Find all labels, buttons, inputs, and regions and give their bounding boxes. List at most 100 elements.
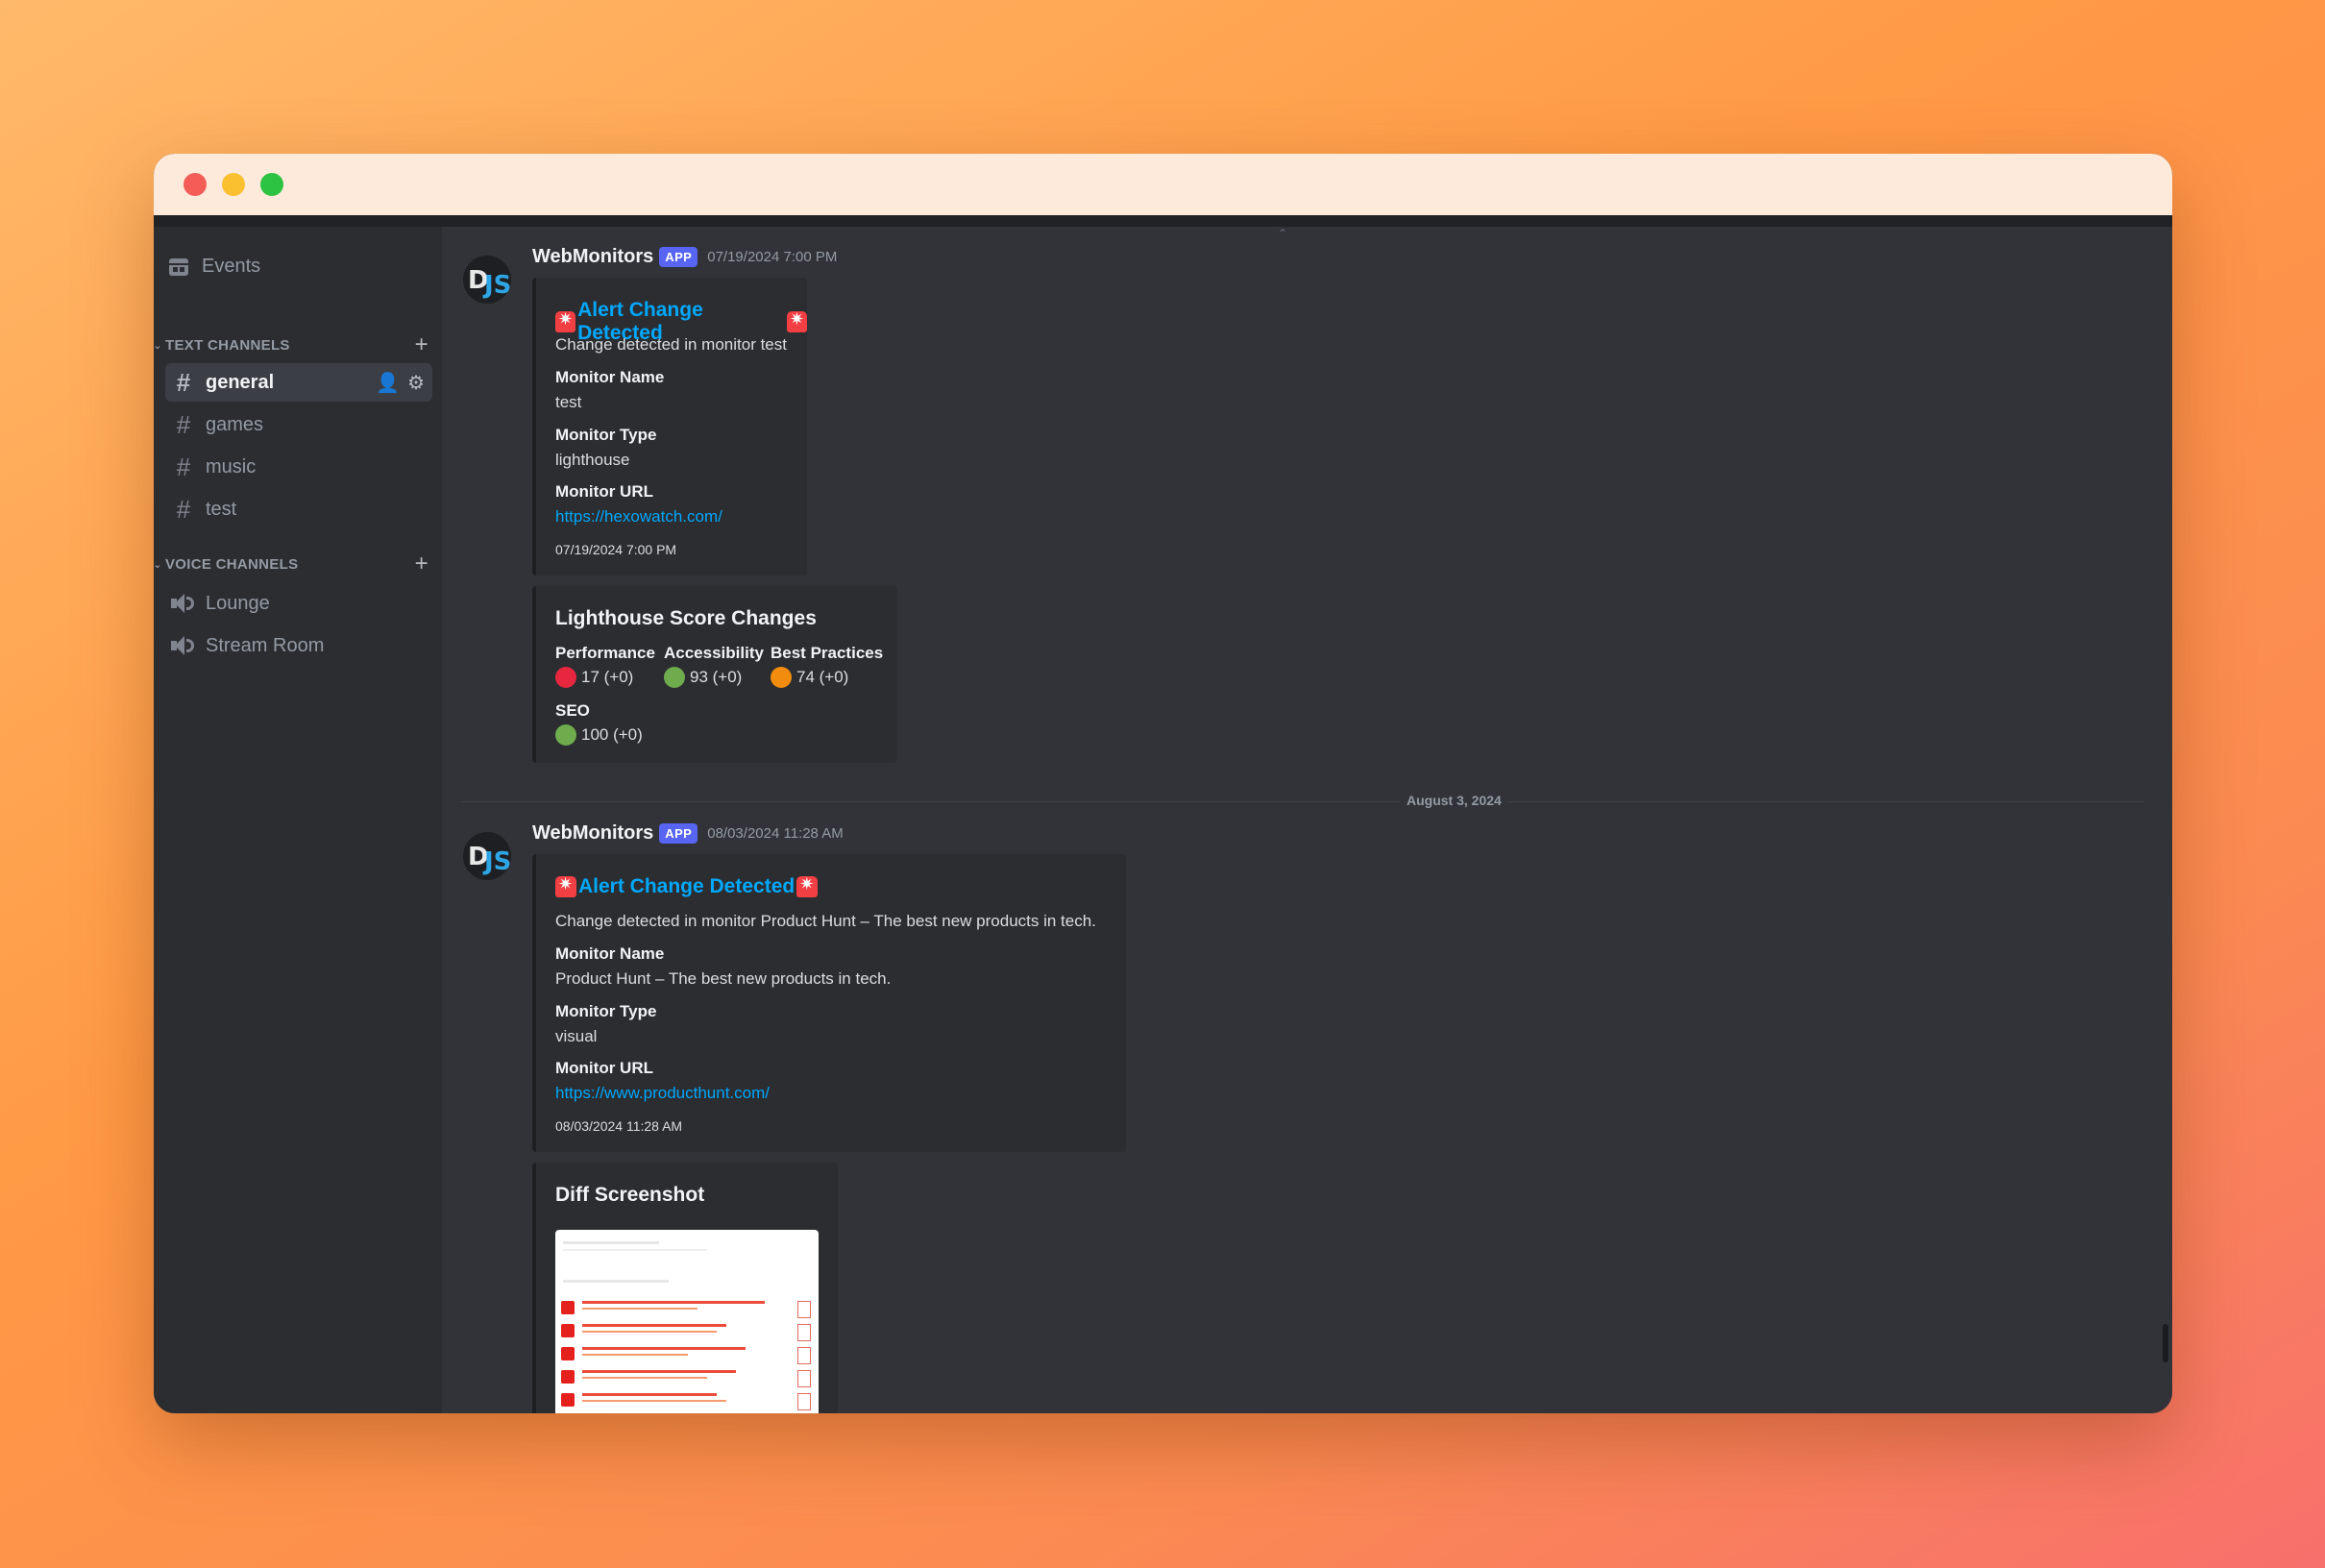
score-value: 17 (+0) [555, 667, 633, 688]
message-timestamp: 07/19/2024 7:00 PM [707, 249, 838, 265]
hash-icon: # [176, 409, 191, 439]
score-value: 100 (+0) [555, 724, 643, 746]
message-header: WebMonitors APP 08/03/2024 11:28 AM [532, 822, 844, 845]
score-name: Accessibility [664, 644, 764, 662]
field-name: Monitor Name [555, 944, 665, 963]
channel-label: general [206, 371, 275, 393]
diff-screenshot-embed: Diff Screenshot [532, 1163, 838, 1413]
voice-channels-category[interactable]: ⌄ VOICE CHANNELS + [154, 551, 432, 577]
category-label: VOICE CHANNELS [165, 555, 299, 573]
avatar[interactable]: D JS [463, 832, 511, 880]
siren-icon [555, 874, 576, 897]
avatar-letter: JS [484, 847, 511, 876]
green-circle-icon [664, 667, 685, 688]
channel-label: Stream Room [206, 634, 325, 656]
lighthouse-embed: Lighthouse Score Changes Performance 17 … [532, 586, 897, 763]
score-name: Performance [555, 644, 655, 662]
voice-channel-lounge[interactable]: Lounge [165, 584, 432, 623]
events-label: Events [202, 255, 261, 277]
score-text: 93 (+0) [690, 668, 743, 686]
embed-description: Change detected in monitor test [555, 335, 787, 354]
date-divider [461, 801, 2143, 802]
score-value: 93 (+0) [664, 667, 742, 688]
top-strip [154, 215, 2172, 227]
message-author[interactable]: WebMonitors [532, 246, 653, 268]
add-channel-icon[interactable]: + [415, 331, 428, 358]
diff-screenshot-image[interactable] [555, 1230, 819, 1413]
hash-icon: # [176, 452, 191, 481]
category-label: TEXT CHANNELS [165, 336, 290, 354]
speaker-icon [169, 635, 198, 656]
score-text: 100 (+0) [581, 725, 643, 744]
message-header: WebMonitors APP 07/19/2024 7:00 PM [532, 246, 837, 268]
channel-label: Lounge [206, 592, 270, 614]
minimize-window-button[interactable] [222, 173, 245, 196]
field-value: visual [555, 1027, 598, 1045]
text-channels-category[interactable]: ⌄ TEXT CHANNELS + [154, 331, 432, 358]
calendar-icon [169, 257, 188, 276]
monitor-url-link[interactable]: https://www.producthunt.com/ [555, 1084, 770, 1103]
score-value: 74 (+0) [771, 667, 848, 688]
embed-title-text: Alert Change Detected [578, 875, 795, 897]
score-name: Best Practices [771, 644, 884, 662]
scrollbar-thumb[interactable] [2163, 1324, 2168, 1362]
app-window: Events ⌄ TEXT CHANNELS + # general 👤 ⚙ #… [154, 154, 2172, 1413]
score-text: 17 (+0) [581, 668, 634, 686]
voice-channel-stream-room[interactable]: Stream Room [165, 626, 432, 665]
chevron-down-icon: ⌄ [154, 339, 162, 352]
alert-embed: Alert Change Detected Change detected in… [532, 278, 807, 576]
field-name: Monitor Name [555, 368, 665, 386]
avatar-letter: JS [484, 271, 511, 300]
field-value: Product Hunt – The best new products in … [555, 969, 892, 988]
score-text: 74 (+0) [796, 668, 849, 686]
alert-embed: Alert Change Detected Change detected in… [532, 854, 1126, 1152]
field-value: lighthouse [555, 451, 630, 469]
close-window-button[interactable] [184, 173, 207, 196]
channel-music[interactable]: # music [165, 448, 432, 486]
embed-title: Diff Screenshot [555, 1184, 705, 1206]
embed-footer: 07/19/2024 7:00 PM [555, 542, 677, 557]
field-name: Monitor URL [555, 482, 653, 501]
avatar[interactable]: D JS [463, 256, 511, 304]
title-bar [154, 154, 2172, 215]
green-circle-icon [555, 724, 576, 746]
score-name: SEO [555, 701, 590, 720]
gear-icon[interactable]: ⚙ [407, 371, 425, 395]
siren-icon [796, 874, 819, 897]
embed-footer: 08/03/2024 11:28 AM [555, 1118, 683, 1134]
red-circle-icon [555, 667, 576, 688]
hash-icon: # [176, 367, 191, 397]
app-badge: APP [659, 247, 698, 267]
events-item[interactable]: Events [165, 247, 432, 285]
embed-title: Lighthouse Score Changes [555, 607, 817, 629]
siren-icon [555, 309, 576, 332]
field-name: Monitor Type [555, 426, 657, 444]
channel-general[interactable]: # general 👤 ⚙ [165, 363, 432, 402]
channel-sidebar: Events ⌄ TEXT CHANNELS + # general 👤 ⚙ #… [154, 227, 442, 1413]
app-badge: APP [659, 823, 698, 844]
channel-label: music [206, 455, 257, 478]
chevron-down-icon: ⌄ [154, 558, 162, 571]
date-divider-label: August 3, 2024 [1401, 793, 1507, 808]
channel-games[interactable]: # games [165, 405, 432, 444]
message-list[interactable]: ⌃ D JS WebMonitors APP 07/19/2024 7:00 P… [442, 227, 2172, 1413]
message-timestamp: 08/03/2024 11:28 AM [707, 825, 844, 842]
embed-description: Change detected in monitor Product Hunt … [555, 912, 1096, 930]
monitor-url-link[interactable]: https://hexowatch.com/ [555, 507, 722, 527]
field-value: test [555, 393, 582, 411]
siren-icon [786, 309, 807, 332]
hash-icon: # [176, 494, 191, 524]
embed-title[interactable]: Alert Change Detected [555, 874, 819, 898]
orange-circle-icon [771, 667, 792, 688]
field-name: Monitor Type [555, 1002, 657, 1020]
channel-test[interactable]: # test [165, 490, 432, 528]
maximize-window-button[interactable] [260, 173, 283, 196]
channel-label: test [206, 498, 237, 520]
invite-user-icon[interactable]: 👤 [376, 371, 400, 395]
field-name: Monitor URL [555, 1059, 653, 1077]
message-author[interactable]: WebMonitors [532, 822, 653, 845]
channel-label: games [206, 413, 264, 435]
scroll-caret-icon: ⌃ [1278, 227, 1288, 240]
add-channel-icon[interactable]: + [415, 551, 428, 577]
speaker-icon [169, 593, 198, 614]
